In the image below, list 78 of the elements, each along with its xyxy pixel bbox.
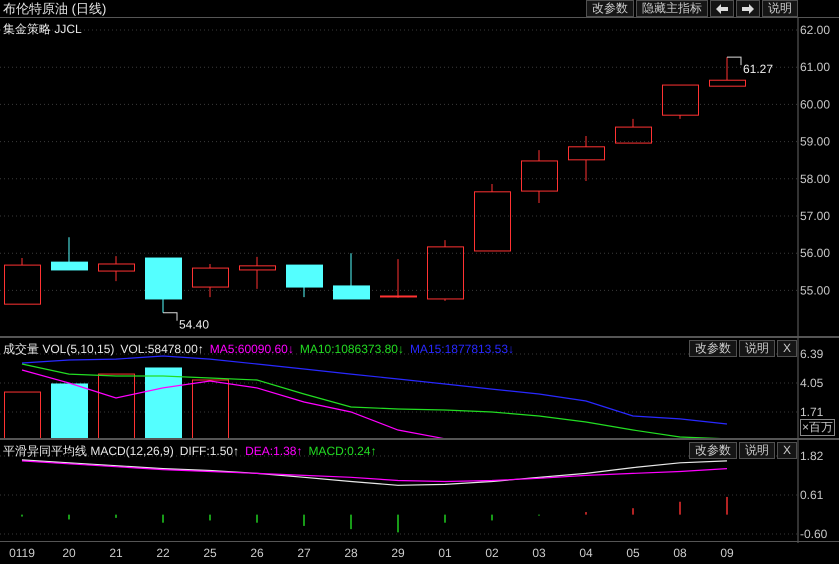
legend-text: MACD:0.24↑ [308, 443, 376, 460]
candlestick [192, 264, 229, 298]
candlestick [427, 240, 464, 302]
date-label: 02 [485, 545, 499, 562]
date-label: 03 [532, 545, 546, 562]
candlestick [568, 136, 605, 182]
axis-label: 1.82 [800, 449, 824, 463]
candlestick [145, 258, 182, 314]
volume-bar [98, 374, 135, 440]
date-label: 26 [250, 545, 264, 562]
candlestick [4, 258, 41, 305]
forward-button[interactable] [736, 0, 760, 17]
price-label: 54.40 [179, 318, 210, 332]
candlestick [333, 252, 370, 300]
toolbar-button[interactable]: 说明 [738, 340, 775, 357]
date-label: 05 [626, 545, 640, 562]
price-label: 61.27 [743, 62, 774, 76]
toolbar-button[interactable]: 改参数 [586, 0, 634, 17]
axis-label: 6.39 [800, 347, 824, 361]
volume-bar [4, 392, 41, 440]
legend-text: DEA:1.38↑ [245, 443, 302, 460]
date-label: 09 [720, 545, 734, 562]
candlestick [615, 118, 652, 144]
legend-text: 成交量 VOL(5,10,15) [3, 341, 114, 358]
axis-label: 59.00 [800, 134, 830, 149]
date-label: 01 [438, 545, 452, 562]
indicator-name: 集金策略 JJCL [3, 21, 82, 38]
leader-line [162, 312, 178, 322]
axis-label: 0.61 [800, 488, 824, 502]
date-label: 27 [297, 545, 311, 562]
candlestick [662, 84, 699, 120]
date-label: 29 [391, 545, 405, 562]
candlestick [521, 150, 558, 204]
left-arrow-icon [716, 4, 728, 14]
date-label: 20 [62, 545, 76, 562]
chart-title: 布伦特原油 (日线) [2, 0, 106, 17]
date-label: 0119 [9, 545, 35, 562]
axis-label: 57.00 [800, 209, 830, 223]
toolbar-button[interactable]: 改参数 [688, 340, 737, 357]
back-button[interactable] [710, 0, 734, 17]
toolbar-button[interactable]: X [776, 442, 797, 459]
unit-label: ×百万 [800, 419, 836, 436]
legend-text: 平滑异同平均线 MACD(12,26,9) [3, 443, 174, 460]
candlestick [51, 236, 88, 270]
toolbar-button[interactable]: X [776, 340, 797, 357]
axis-label: 4.05 [800, 376, 824, 390]
date-label: 21 [109, 545, 123, 562]
axis-label: 60.00 [800, 97, 830, 112]
right-arrow-icon [742, 4, 754, 14]
axis-label: -0.60 [800, 527, 828, 541]
axis-label: 1.71 [800, 405, 824, 419]
legend-text: MA10:1086373.80↓ [300, 341, 404, 358]
date-label: 04 [579, 545, 593, 562]
candlestick [98, 256, 135, 282]
toolbar-button[interactable]: 隐藏主指标 [636, 0, 708, 17]
candlestick [380, 258, 417, 298]
date-label: 08 [673, 545, 687, 562]
volume-bar [51, 383, 88, 440]
axis-label: 62.00 [800, 23, 830, 37]
legend-text: VOL:58478.00↑ [120, 341, 204, 358]
candlestick [286, 264, 323, 298]
legend-text: DIFF:1.50↑ [180, 443, 240, 460]
axis-label: 61.00 [800, 60, 830, 74]
toolbar-button[interactable]: 改参数 [688, 442, 737, 459]
leader-line [726, 56, 742, 66]
axis-label: 56.00 [800, 246, 830, 260]
legend-text: MA5:60090.60↓ [210, 341, 294, 358]
axis-label: 58.00 [800, 172, 830, 186]
toolbar-button[interactable]: 说明 [738, 442, 775, 459]
legend-text: MA15:1877813.53↓ [410, 341, 514, 358]
toolbar-button[interactable]: 说明 [762, 0, 798, 17]
candlestick [474, 184, 511, 252]
volume-bar [192, 380, 229, 440]
axis-label: 55.00 [800, 283, 830, 298]
candlestick [239, 256, 276, 290]
date-label: 22 [156, 545, 170, 562]
date-label: 28 [344, 545, 358, 562]
date-label: 25 [203, 545, 217, 562]
